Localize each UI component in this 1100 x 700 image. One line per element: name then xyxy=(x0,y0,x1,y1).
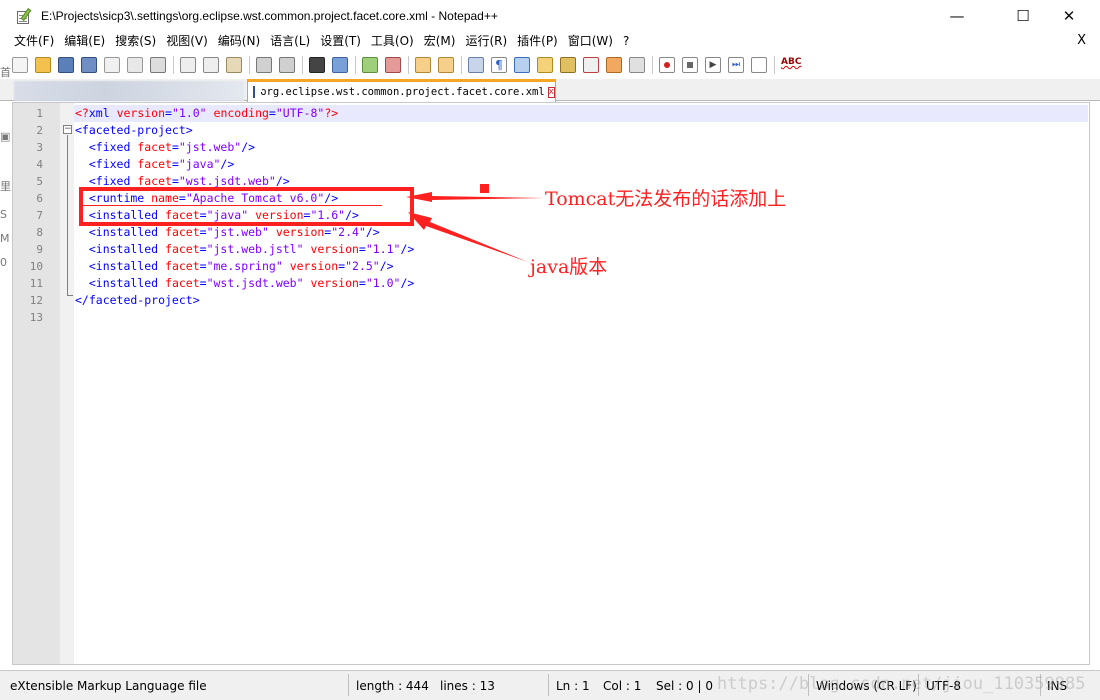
status-length: length : 444 xyxy=(356,679,429,693)
status-col[interactable]: Col : 1 xyxy=(603,675,641,697)
tomcat-arrow xyxy=(406,192,545,202)
status-lines: lines : 13 xyxy=(440,679,495,693)
annotation-arrows xyxy=(406,192,545,262)
java-version-annotation: java版本 xyxy=(530,256,608,278)
status-ln[interactable]: Ln : 1 xyxy=(556,675,590,697)
java-arrow xyxy=(408,212,528,262)
status-file-type: eXtensible Markup Language file xyxy=(10,679,207,693)
watermark: https://blog.csdn.net/jiou_110359985 xyxy=(717,674,1086,694)
tomcat-annotation: Tomcat无法发布的话添加上 xyxy=(545,188,787,210)
status-sel[interactable]: Sel : 0 | 0 xyxy=(656,675,713,697)
